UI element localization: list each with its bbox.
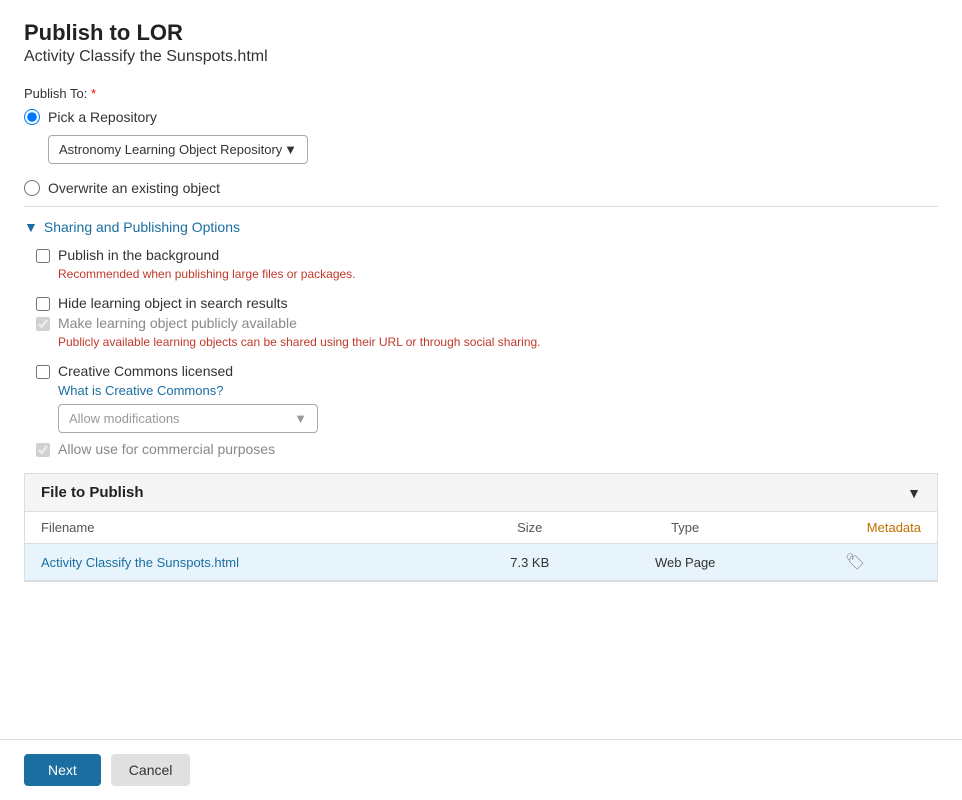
- file-section-header: File to Publish ▼: [25, 474, 937, 512]
- file-filename-cell: Activity Classify the Sunspots.html: [25, 544, 462, 581]
- creative-commons-label: Creative Commons licensed: [58, 363, 233, 379]
- hide-search-row[interactable]: Hide learning object in search results: [36, 295, 938, 311]
- file-section-title: File to Publish: [41, 484, 144, 501]
- section-divider: [24, 206, 938, 207]
- page-container: Publish to LOR Activity Classify the Sun…: [0, 0, 962, 800]
- footer-section: Next Cancel: [0, 739, 962, 800]
- repository-dropdown-arrow: ▼: [284, 142, 297, 157]
- make-public-row: Make learning object publicly available: [36, 315, 938, 331]
- file-type-cell: Web Page: [597, 544, 773, 581]
- make-public-label: Make learning object publicly available: [58, 315, 297, 331]
- allow-commercial-checkbox: [36, 443, 50, 457]
- sharing-section: ▼ Sharing and Publishing Options Publish…: [24, 219, 938, 457]
- file-metadata-cell: 🏷: [773, 544, 937, 581]
- allow-modifications-dropdown[interactable]: Allow modifications ▼: [58, 404, 318, 433]
- file-table-body: Activity Classify the Sunspots.html 7.3 …: [25, 544, 937, 581]
- file-table-header-row: Filename Size Type Metadata: [25, 512, 937, 544]
- make-public-hint: Publicly available learning objects can …: [58, 335, 938, 349]
- radio-overwrite[interactable]: Overwrite an existing object: [24, 180, 938, 196]
- metadata-icon[interactable]: 🏷: [845, 554, 865, 571]
- allow-commercial-label: Allow use for commercial purposes: [58, 441, 275, 457]
- radio-pick-repository-input[interactable]: [24, 109, 40, 125]
- sharing-header: ▼ Sharing and Publishing Options: [24, 219, 938, 235]
- allow-modifications-placeholder: Allow modifications: [69, 411, 180, 426]
- col-header-size: Size: [462, 512, 597, 544]
- file-table: Filename Size Type Metadata Activity Cla…: [25, 512, 937, 581]
- file-section-arrow-icon: ▼: [907, 485, 921, 501]
- col-header-type: Type: [597, 512, 773, 544]
- publish-background-checkbox[interactable]: [36, 249, 50, 263]
- page-subtitle: Activity Classify the Sunspots.html: [24, 48, 938, 66]
- table-row: Activity Classify the Sunspots.html 7.3 …: [25, 544, 937, 581]
- file-size-cell: 7.3 KB: [462, 544, 597, 581]
- allow-modifications-arrow: ▼: [294, 411, 307, 426]
- allow-commercial-row: Allow use for commercial purposes: [36, 441, 938, 457]
- hide-search-checkbox[interactable]: [36, 297, 50, 311]
- file-table-head: Filename Size Type Metadata: [25, 512, 937, 544]
- publish-to-label: Publish To: *: [24, 86, 938, 101]
- radio-pick-repository-label: Pick a Repository: [48, 109, 157, 125]
- publish-background-label: Publish in the background: [58, 247, 219, 263]
- radio-overwrite-input[interactable]: [24, 180, 40, 196]
- next-button[interactable]: Next: [24, 754, 101, 786]
- cancel-button[interactable]: Cancel: [111, 754, 191, 786]
- file-section: File to Publish ▼ Filename Size Type Met…: [24, 473, 938, 582]
- creative-commons-block: Creative Commons licensed What is Creati…: [24, 363, 938, 457]
- creative-commons-row[interactable]: Creative Commons licensed: [36, 363, 938, 379]
- repository-dropdown[interactable]: Astronomy Learning Object Repository ▼: [48, 135, 308, 164]
- publish-background-block: Publish in the background Recommended wh…: [24, 247, 938, 281]
- hide-search-label: Hide learning object in search results: [58, 295, 288, 311]
- make-public-checkbox: [36, 317, 50, 331]
- sharing-chevron-icon: ▼: [24, 219, 38, 235]
- repository-dropdown-value: Astronomy Learning Object Repository: [59, 142, 282, 157]
- main-content: Publish to LOR Activity Classify the Sun…: [0, 0, 962, 739]
- radio-group: Pick a Repository Astronomy Learning Obj…: [24, 109, 938, 196]
- page-title: Publish to LOR: [24, 20, 938, 46]
- radio-pick-repository[interactable]: Pick a Repository: [24, 109, 938, 125]
- radio-overwrite-label: Overwrite an existing object: [48, 180, 220, 196]
- hide-search-block: Hide learning object in search results M…: [24, 295, 938, 349]
- creative-commons-link[interactable]: What is Creative Commons?: [58, 383, 938, 398]
- sharing-title: Sharing and Publishing Options: [44, 219, 240, 235]
- required-star: *: [91, 86, 96, 101]
- col-header-metadata: Metadata: [773, 512, 937, 544]
- creative-commons-checkbox[interactable]: [36, 365, 50, 379]
- publish-background-row[interactable]: Publish in the background: [36, 247, 938, 263]
- publish-background-hint: Recommended when publishing large files …: [58, 267, 938, 281]
- col-header-filename: Filename: [25, 512, 462, 544]
- file-filename-link[interactable]: Activity Classify the Sunspots.html: [41, 555, 239, 570]
